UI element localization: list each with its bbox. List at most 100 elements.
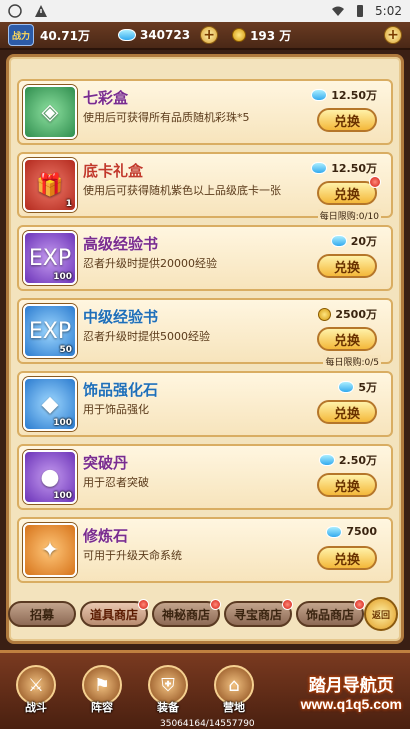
watermark: 踏月导航页 www.q1q5.com <box>301 671 402 712</box>
coin-icon <box>318 307 332 321</box>
tab-2[interactable]: 神秘商店 <box>152 599 221 627</box>
diamond-counter: 340723 <box>117 28 191 42</box>
battery-icon <box>357 5 364 17</box>
item-price-value: 20万 <box>350 235 377 248</box>
nav-item-3[interactable]: ⌂ 营地 <box>206 659 262 715</box>
item-icon[interactable]: ◈ <box>23 85 77 139</box>
watermark-line2: www.q1q5.com <box>300 696 402 712</box>
item-icon[interactable]: ✦ <box>23 523 77 577</box>
exchange-button[interactable]: 兑换 <box>317 400 377 424</box>
exchange-button[interactable]: 兑换 <box>317 546 377 570</box>
item-icon[interactable]: EXP 100 <box>23 231 77 285</box>
item-price-value: 7500 <box>346 525 377 538</box>
item-glyph-icon: ● <box>40 464 60 490</box>
item-glyph-icon: EXP <box>28 245 72 271</box>
coin-counter: 193 万 <box>232 27 291 44</box>
add-diamond-button[interactable]: + <box>200 26 219 44</box>
item-price: 2500万 <box>318 306 377 322</box>
item-price: 20万 <box>330 233 377 249</box>
exchange-button[interactable]: 兑换 <box>317 254 377 278</box>
shop-panel: ◈ 七彩盒 使用后可获得所有品质随机彩珠*5 12.50万 兑换 🎁 1 底卡礼盒 使用后可获得… <box>6 54 404 644</box>
item-description: 忍者升级时提供20000经验 <box>83 257 217 270</box>
nav-label: 阵容 <box>91 701 113 714</box>
item-icon[interactable]: ● 100 <box>23 450 77 504</box>
item-glyph-icon: EXP <box>28 318 72 344</box>
item-icon[interactable]: ◆ 100 <box>23 377 77 431</box>
item-description: 用于忍者突破 <box>83 476 149 489</box>
coin-value: 193 万 <box>250 28 292 43</box>
item-name: 修炼石 <box>83 527 129 545</box>
item-list[interactable]: ◈ 七彩盒 使用后可获得所有品质随机彩珠*5 12.50万 兑换 🎁 1 底卡礼盒 使用后可获得… <box>17 79 393 590</box>
item-icon[interactable]: 🎁 1 <box>23 158 77 212</box>
tab-label: 寻宝商店 <box>233 607 282 622</box>
wifi-icon <box>332 6 345 16</box>
exchange-button[interactable]: 兑换 <box>317 473 377 497</box>
shop-tabs: 招募 道具商店 神秘商店 寻宝商店 饰品商店 <box>8 599 368 629</box>
diamond-icon <box>338 381 355 393</box>
nav-item-1[interactable]: ⚑ 阵容 <box>74 659 130 715</box>
nav-label: 营地 <box>223 701 245 714</box>
clock: 5:02 <box>375 4 402 18</box>
coin-icon <box>232 28 247 42</box>
shop-item: EXP 50 中级经验书忍者升级时提供5000经验 2500万兑换每日限购:0/5 <box>17 298 393 368</box>
tab-label: 神秘商店 <box>161 607 210 622</box>
item-price-value: 12.50万 <box>331 162 377 175</box>
tab-1[interactable]: 道具商店 <box>80 599 149 627</box>
item-glyph-icon: ✦ <box>40 537 60 563</box>
item-price-value: 5万 <box>358 381 377 394</box>
item-glyph-icon: 🎁 <box>36 172 64 198</box>
item-name: 七彩盒 <box>83 89 129 107</box>
notification-dot <box>282 599 293 610</box>
shop-item: 🎁 1 底卡礼盒 使用后可获得随机紫色以上品级底卡一张 12.50万 兑换 每日限购:0/1… <box>17 152 393 222</box>
power-badge: 战力 <box>8 24 34 46</box>
item-name: 中级经验书 <box>83 308 159 326</box>
shop-item: ◆ 100 饰品强化石用于饰品强化 5万兑换 <box>17 371 393 437</box>
exchange-button[interactable]: 兑换 <box>317 181 377 205</box>
item-description: 用于饰品强化 <box>83 403 149 416</box>
item-quantity: 1 <box>65 199 72 209</box>
diamond-icon <box>330 235 347 247</box>
item-glyph-icon: ◆ <box>41 391 59 417</box>
item-quantity: 50 <box>59 345 72 355</box>
exchange-button[interactable]: 兑换 <box>317 108 377 132</box>
diamond-icon <box>311 162 328 174</box>
nav-item-2[interactable]: ⛨ 装备 <box>140 659 196 715</box>
item-description: 可用于升级天命系统 <box>83 549 182 562</box>
shop-item: ● 100 突破丹用于忍者突破 2.50万兑换 <box>17 444 393 510</box>
nav-item-0[interactable]: ⚔ 战斗 <box>8 659 64 715</box>
item-price: 12.50万 <box>311 160 377 176</box>
item-quantity: 100 <box>53 272 72 282</box>
watermark-line1: 踏月导航页 <box>308 676 394 696</box>
shop-item: ✦ 修炼石可用于升级天命系统 7500 兑换 <box>17 517 393 583</box>
shop-item: EXP 100 高级经验书忍者升级时提供20000经验 20万兑换 <box>17 225 393 291</box>
item-name: 饰品强化石 <box>83 381 159 399</box>
coords-text: 35064164/14557790 <box>160 719 255 729</box>
item-price-value: 12.50万 <box>331 89 377 102</box>
item-name: 高级经验书 <box>83 235 159 253</box>
notification-dot <box>369 176 381 188</box>
shop-item: ◈ 七彩盒 使用后可获得所有品质随机彩珠*5 12.50万 兑换 <box>17 79 393 145</box>
item-glyph-icon: ◈ <box>41 99 59 125</box>
resource-bar: 战力 40.71万 340723 + 193 万 + <box>0 22 410 50</box>
item-description: 忍者升级时提供5000经验 <box>83 330 210 343</box>
exchange-button[interactable]: 兑换 <box>317 327 377 351</box>
back-button[interactable]: 返回 <box>364 597 398 631</box>
notification-dot <box>210 599 221 610</box>
daily-limit: 每日限购:0/10 <box>317 209 381 222</box>
tab-label: 饰品商店 <box>305 607 354 622</box>
diamond-icon <box>311 89 328 101</box>
nav-label: 战斗 <box>25 701 47 714</box>
tab-4[interactable]: 饰品商店 <box>296 599 365 627</box>
diamond-icon <box>326 525 343 538</box>
status-bar: 5:02 <box>0 0 410 22</box>
tab-label: 招募 <box>29 607 54 622</box>
add-coin-button[interactable]: + <box>384 26 402 44</box>
diamond-value: 340723 <box>139 28 191 42</box>
item-name: 突破丹 <box>83 454 129 472</box>
tab-3[interactable]: 寻宝商店 <box>224 599 293 627</box>
daily-limit: 每日限购:0/5 <box>323 355 381 368</box>
tab-0[interactable]: 招募 <box>8 601 76 627</box>
item-price-value: 2.50万 <box>338 454 377 467</box>
item-description: 使用后可获得随机紫色以上品级底卡一张 <box>83 184 281 197</box>
item-icon[interactable]: EXP 50 <box>23 304 77 358</box>
